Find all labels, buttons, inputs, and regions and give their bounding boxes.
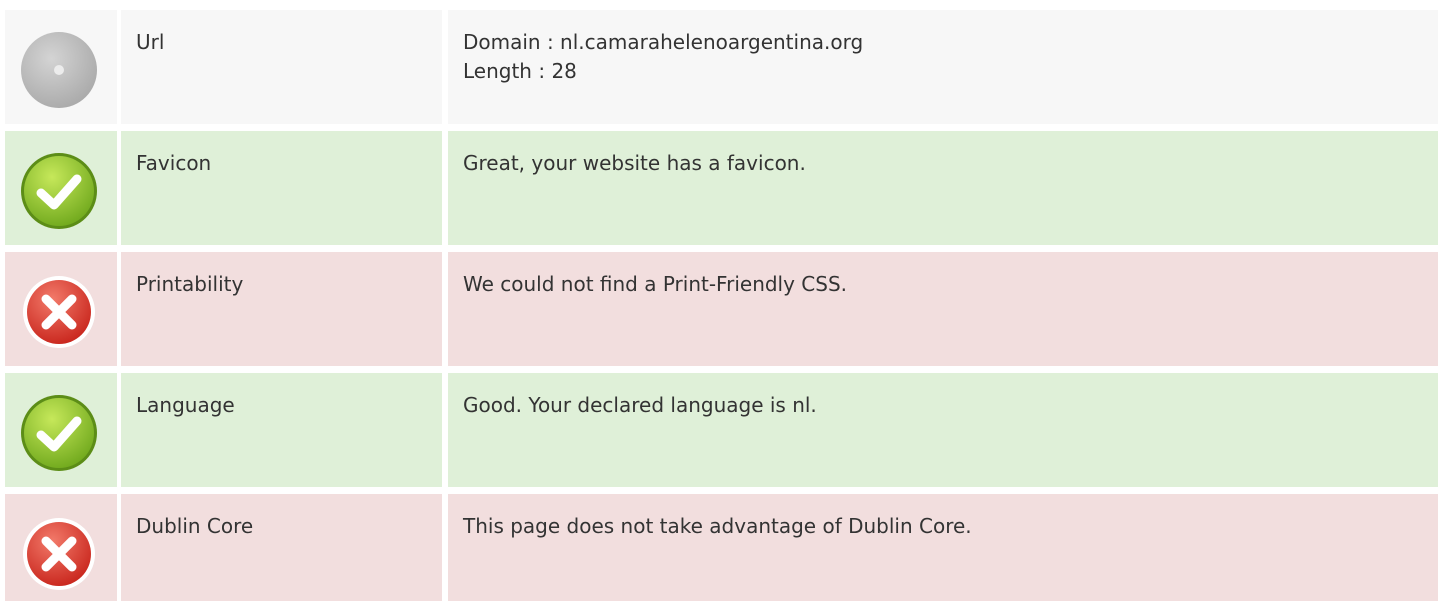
report-row-printability: Printability We could not find a Print-F… — [5, 252, 1438, 366]
row-label-cell: Dublin Core — [121, 494, 442, 601]
row-label-cell: Printability — [121, 252, 442, 366]
row-value-cell: This page does not take advantage of Dub… — [448, 494, 1438, 601]
row-value-cell: Domain : nl.camarahelenoargentina.org Le… — [448, 10, 1438, 124]
status-icon-cell — [5, 131, 117, 245]
report-row-url: Url Domain : nl.camarahelenoargentina.or… — [5, 10, 1438, 124]
row-label-cell: Language — [121, 373, 442, 487]
status-icon-cell — [5, 10, 117, 124]
x-circle-icon — [23, 276, 95, 348]
x-circle-icon — [23, 518, 95, 590]
report-row-language: Language Good. Your declared language is… — [5, 373, 1438, 487]
row-label: Language — [136, 393, 235, 417]
row-label: Url — [136, 30, 165, 54]
row-value-line: We could not find a Print-Friendly CSS. — [463, 272, 848, 296]
row-value-line: This page does not take advantage of Dub… — [463, 514, 972, 538]
row-label: Dublin Core — [136, 514, 254, 538]
row-value-cell: Good. Your declared language is nl. — [448, 373, 1438, 487]
row-label-cell: Favicon — [121, 131, 442, 245]
status-icon-cell — [5, 252, 117, 366]
row-label-cell: Url — [121, 10, 442, 124]
row-value-line: Domain : nl.camarahelenoargentina.org — [463, 30, 864, 54]
row-label: Favicon — [136, 151, 212, 175]
status-icon-cell — [5, 494, 117, 601]
check-circle-icon — [21, 153, 97, 229]
seo-report-table: Url Domain : nl.camarahelenoargentina.or… — [0, 0, 1450, 601]
row-value-line: Good. Your declared language is nl. — [463, 393, 817, 417]
row-value-line: Great, your website has a favicon. — [463, 151, 806, 175]
row-value-cell: Great, your website has a favicon. — [448, 131, 1438, 245]
status-icon-cell — [5, 373, 117, 487]
row-value-cell: We could not find a Print-Friendly CSS. — [448, 252, 1438, 366]
report-row-favicon: Favicon Great, your website has a favico… — [5, 131, 1438, 245]
row-label: Printability — [136, 272, 244, 296]
neutral-circle-icon — [21, 32, 97, 108]
check-circle-icon — [21, 395, 97, 471]
row-value-line: Length : 28 — [463, 59, 577, 83]
report-row-dublin-core: Dublin Core This page does not take adva… — [5, 494, 1438, 601]
